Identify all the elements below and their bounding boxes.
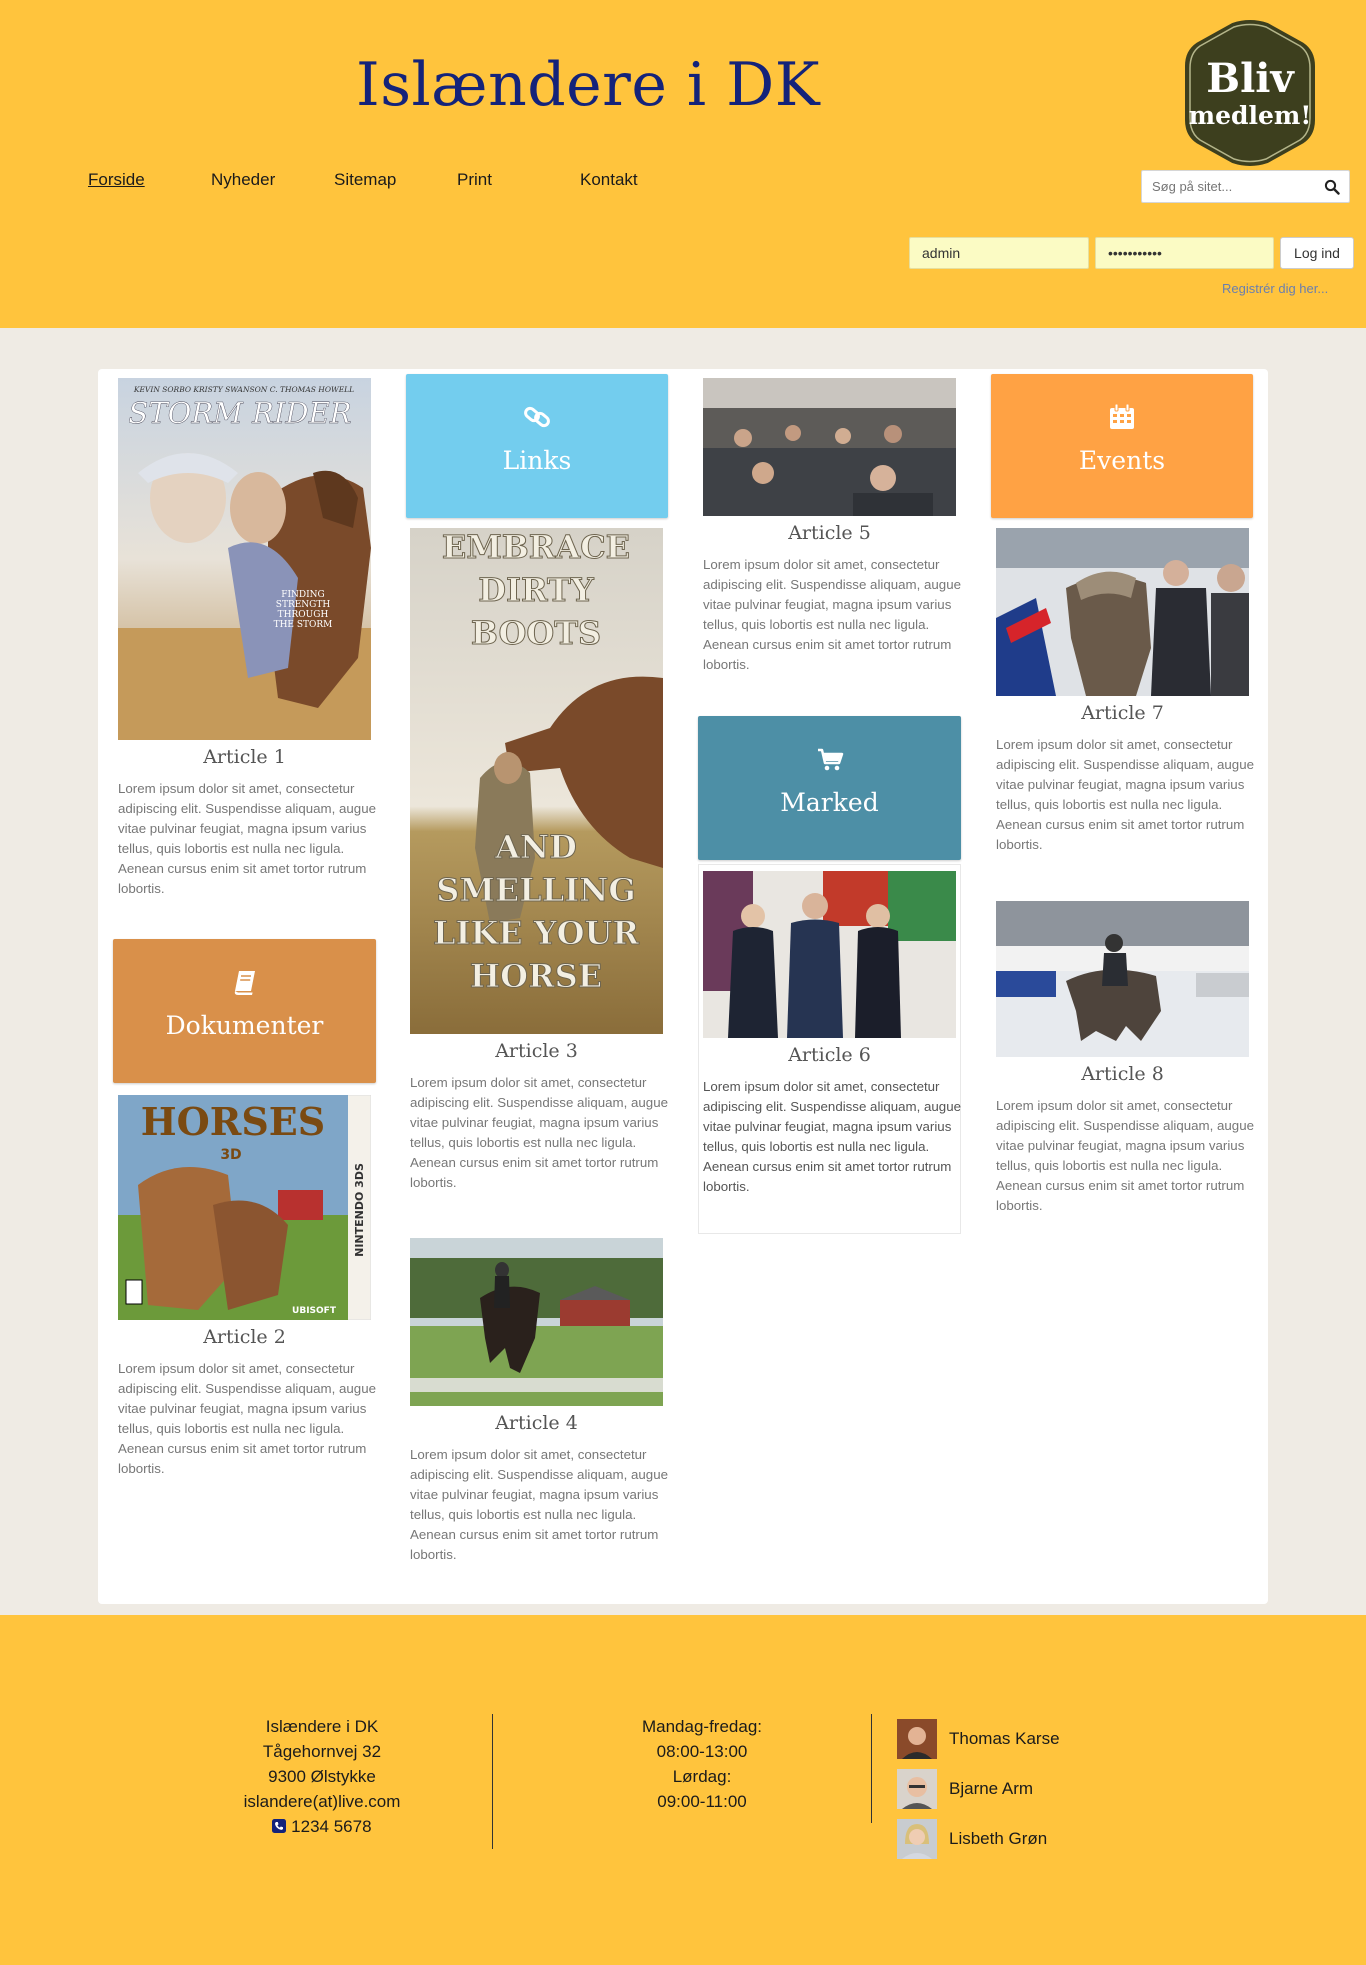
article-8-title[interactable]: Article 8 xyxy=(996,1063,1249,1085)
footer-phone-row: 1234 5678 xyxy=(222,1814,422,1839)
phone-icon xyxy=(272,1819,287,1833)
article-6-image[interactable] xyxy=(703,871,956,1038)
avatar xyxy=(897,1719,937,1759)
search-input[interactable] xyxy=(1142,179,1312,194)
join-badge-button[interactable]: Bliv medlem! xyxy=(1180,18,1320,168)
article-1-poster-title: STORM RIDER xyxy=(128,396,351,430)
article-4-image[interactable] xyxy=(410,1238,663,1406)
article-3-title[interactable]: Article 3 xyxy=(410,1040,663,1062)
footer-divider-2 xyxy=(871,1714,872,1823)
calendar-icon xyxy=(1110,403,1134,429)
nav-item-forside[interactable]: Forside xyxy=(88,170,211,190)
login-button[interactable]: Log ind xyxy=(1280,237,1354,269)
tile-links[interactable]: Links xyxy=(406,374,668,518)
article-5-title[interactable]: Article 5 xyxy=(703,522,956,544)
article-5-text: Lorem ipsum dolor sit amet, consectetur … xyxy=(703,557,961,672)
article-1-title[interactable]: Article 1 xyxy=(118,746,371,768)
article-6-title[interactable]: Article 6 xyxy=(703,1044,956,1066)
tile-events[interactable]: Events xyxy=(991,374,1253,518)
footer-email[interactable]: islandere(at)live.com xyxy=(222,1789,422,1814)
nav-item-print[interactable]: Print xyxy=(457,170,580,190)
search-box xyxy=(1141,170,1350,203)
article-1-text: Lorem ipsum dolor sit amet, consectetur … xyxy=(118,781,376,896)
footer-weekday-hours: 08:00-13:00 xyxy=(656,1742,748,1761)
site-footer: Islændere i DK Tågehornvej 32 9300 Ølsty… xyxy=(0,1615,1366,1965)
site-header: Islændere i DK Forside Nyheder Sitemap P… xyxy=(0,0,1366,328)
footer-saturday-hours: 09:00-11:00 xyxy=(657,1792,747,1811)
footer-person-name: Thomas Karse xyxy=(949,1729,1060,1748)
article-6-text: Lorem ipsum dolor sit amet, consectetur … xyxy=(703,1079,961,1194)
footer-person-3[interactable]: Lisbeth Grøn xyxy=(897,1819,1047,1859)
tile-events-label: Events xyxy=(1078,446,1166,475)
footer-city: 9300 Ølstykke xyxy=(268,1767,376,1786)
article-1-credits: KEVIN SORBO KRISTY SWANSON C. THOMAS HOW… xyxy=(133,385,354,394)
login-form: Log ind xyxy=(909,237,1354,269)
article-4-text: Lorem ipsum dolor sit amet, consectetur … xyxy=(410,1447,668,1562)
footer-person-name: Lisbeth Grøn xyxy=(949,1829,1048,1848)
footer-person-name: Bjarne Arm xyxy=(949,1779,1034,1798)
article-2-platform: NINTENDO 3DS xyxy=(353,1163,366,1257)
link-icon xyxy=(524,406,550,428)
footer-weekday-label: Mandag-fredag: xyxy=(641,1717,763,1736)
footer-phone: 1234 5678 xyxy=(291,1817,372,1836)
footer-saturday-label: Lørdag: xyxy=(672,1767,732,1786)
footer-divider-1 xyxy=(492,1714,493,1849)
article-7-text: Lorem ipsum dolor sit amet, consectetur … xyxy=(996,737,1254,852)
article-8-text: Lorem ipsum dolor sit amet, consectetur … xyxy=(996,1098,1254,1213)
nav-item-sitemap[interactable]: Sitemap xyxy=(334,170,457,190)
article-2-image[interactable]: HORSES 3D NINTENDO 3DS UBISOFT xyxy=(118,1095,371,1320)
tile-links-label: Links xyxy=(502,446,572,475)
join-badge-line2: medlem! xyxy=(1189,101,1312,130)
tile-marked-label: Marked xyxy=(780,788,879,817)
footer-org-name: Islændere i DK xyxy=(265,1717,379,1736)
search-icon[interactable] xyxy=(1324,179,1340,195)
article-3-image[interactable]: EMBRACE DIRTY BOOTS AND SMELLING LIKE YOUR HO… xyxy=(410,528,663,1034)
article-3-text: Lorem ipsum dolor sit amet, consectetur … xyxy=(410,1075,668,1190)
article-8-image[interactable] xyxy=(996,901,1249,1057)
main-nav: Forside Nyheder Sitemap Print Kontakt xyxy=(88,170,703,190)
footer-street: Tågehornvej 32 xyxy=(262,1742,382,1761)
article-2-publisher: UBISOFT xyxy=(292,1306,337,1316)
footer-person-1[interactable]: Thomas Karse xyxy=(897,1719,1060,1759)
article-4-title[interactable]: Article 4 xyxy=(410,1412,663,1434)
cart-icon xyxy=(817,748,843,771)
username-field[interactable] xyxy=(909,237,1089,269)
article-5-image[interactable] xyxy=(703,378,956,516)
article-2-text: Lorem ipsum dolor sit amet, consectetur … xyxy=(118,1361,376,1476)
password-field[interactable] xyxy=(1095,237,1274,269)
footer-hours: Mandag-fredag: 08:00-13:00 Lørdag: 09:00… xyxy=(602,1714,802,1814)
tile-dokumenter-label: Dokumenter xyxy=(165,1011,324,1040)
article-2-title[interactable]: Article 2 xyxy=(118,1326,371,1348)
article-2-game-sub: 3D xyxy=(220,1147,241,1163)
nav-item-nyheder[interactable]: Nyheder xyxy=(211,170,334,190)
book-icon xyxy=(234,971,255,995)
article-7-image[interactable] xyxy=(996,528,1249,696)
article-7-title[interactable]: Article 7 xyxy=(996,702,1249,724)
article-2-game-title: HORSES xyxy=(141,1099,325,1144)
join-badge-line1: Bliv xyxy=(1206,55,1295,102)
tile-dokumenter[interactable]: Dokumenter xyxy=(113,939,376,1083)
register-link[interactable]: Registrér dig her... xyxy=(1222,281,1328,296)
nav-item-kontakt[interactable]: Kontakt xyxy=(580,170,703,190)
article-1-image[interactable]: KEVIN SORBO KRISTY SWANSON C. THOMAS HOW… xyxy=(118,378,371,740)
tile-marked[interactable]: Marked xyxy=(698,716,961,860)
avatar xyxy=(897,1819,937,1859)
article-1-tagline: FINDING STRENGTH THROUGH THE STORM xyxy=(273,590,333,630)
avatar xyxy=(897,1769,937,1809)
site-title: Islændere i DK xyxy=(356,50,821,120)
footer-address: Islændere i DK Tågehornvej 32 9300 Ølsty… xyxy=(222,1714,422,1839)
footer-person-2[interactable]: Bjarne Arm xyxy=(897,1769,1033,1809)
